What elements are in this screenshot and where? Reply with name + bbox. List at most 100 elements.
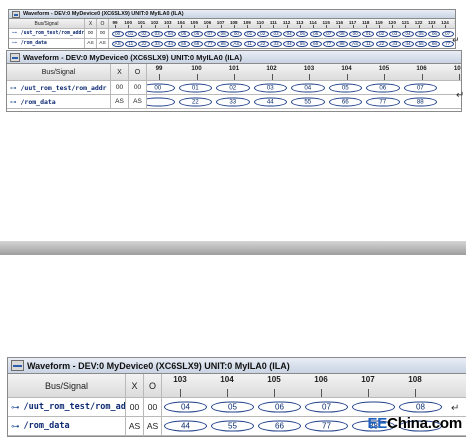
timeline-ruler[interactable]: 9910010110210310410510610710810911011111… bbox=[109, 19, 455, 28]
bus-value-segment[interactable]: 03 bbox=[151, 31, 163, 37]
bus-value-segment[interactable] bbox=[147, 97, 175, 106]
bus-value-segment[interactable]: 33 bbox=[216, 97, 250, 106]
bus-value-segment[interactable]: 05 bbox=[415, 31, 427, 37]
bus-value-segment[interactable]: 11 bbox=[125, 41, 137, 47]
bus-value-segment[interactable]: 55 bbox=[291, 97, 325, 106]
bus-value-segment[interactable]: 77 bbox=[204, 41, 216, 47]
bus-value-segment[interactable]: 44 bbox=[283, 41, 295, 47]
bus-value-segment[interactable]: 01 bbox=[362, 31, 374, 37]
bus-value-segment[interactable]: 04 bbox=[402, 31, 414, 37]
bus-value-segment[interactable]: 55 bbox=[296, 41, 308, 47]
timeline-ruler[interactable]: 103104105106107108 bbox=[162, 374, 466, 397]
bus-value-segment[interactable]: 03 bbox=[389, 31, 401, 37]
expand-icon[interactable]: ⊶ bbox=[11, 421, 20, 432]
bus-value-segment[interactable]: 66 bbox=[310, 41, 322, 47]
bus-value-segment[interactable]: 88 bbox=[404, 97, 438, 106]
bus-value-segment[interactable]: 06 bbox=[258, 402, 301, 413]
bus-value-segment[interactable]: 22 bbox=[257, 41, 269, 47]
bus-value-segment[interactable]: 77 bbox=[305, 421, 348, 432]
bus-value-segment[interactable]: 08 bbox=[336, 31, 348, 37]
bus-value-segment[interactable]: 66 bbox=[428, 41, 440, 47]
bus-value-segment[interactable]: 07 bbox=[204, 31, 216, 37]
bus-signal-header[interactable]: Bus/Signal bbox=[8, 374, 126, 397]
bus-signal-header[interactable]: Bus/Signal bbox=[7, 64, 111, 80]
signal-name-cell[interactable]: ⊶/uut_rom_test/rom_addr bbox=[9, 29, 85, 38]
bus-value-segment[interactable]: 02 bbox=[216, 83, 250, 92]
bus-signal-header[interactable]: Bus/Signal bbox=[9, 19, 85, 28]
expand-icon[interactable]: ⊶ bbox=[12, 31, 17, 36]
bus-value-segment[interactable]: AS bbox=[112, 41, 124, 47]
signal-row[interactable]: ⊶/uut_rom_test/rom_addr00000001020304050… bbox=[7, 81, 461, 95]
bus-value-segment[interactable]: 03 bbox=[270, 31, 282, 37]
bus-value-segment[interactable]: 44 bbox=[254, 97, 288, 106]
bus-value-segment[interactable]: 66 bbox=[329, 97, 363, 106]
signal-name-cell[interactable]: ⊶/rom_data bbox=[7, 95, 111, 108]
bus-value-segment[interactable]: 07 bbox=[404, 83, 438, 92]
bus-value-segment[interactable]: 08 bbox=[217, 31, 229, 37]
bus-value-segment[interactable]: 11 bbox=[244, 41, 256, 47]
expand-icon[interactable]: ⊶ bbox=[12, 41, 17, 46]
bus-value-segment[interactable]: 66 bbox=[191, 41, 203, 47]
bus-value-segment[interactable]: 01 bbox=[125, 31, 137, 37]
bus-value-segment[interactable]: AS bbox=[230, 41, 242, 47]
bus-value-segment[interactable]: 04 bbox=[164, 402, 207, 413]
x-cursor-header[interactable]: X bbox=[111, 64, 129, 80]
bus-value-segment[interactable]: 02 bbox=[257, 31, 269, 37]
signal-row[interactable]: ⊶/rom_dataASAS22334455667788 bbox=[7, 95, 461, 109]
waveform-track[interactable]: 2233 4455 6677 88 bbox=[147, 95, 461, 108]
bus-value-segment[interactable]: 00 bbox=[349, 31, 361, 37]
bus-value-segment[interactable]: 06 bbox=[191, 31, 203, 37]
waveform-track[interactable]: 00 0102 0304 0506 07 bbox=[147, 81, 461, 94]
o-cursor-header[interactable]: O bbox=[129, 64, 147, 80]
bus-value-segment[interactable]: 07 bbox=[305, 402, 348, 413]
bus-value-segment[interactable]: 02 bbox=[376, 31, 388, 37]
bus-value-segment[interactable]: 02 bbox=[138, 31, 150, 37]
signal-row[interactable]: ⊶/rom_data AS ASAS1122334455667788AS112233… bbox=[9, 39, 455, 49]
o-cursor-header[interactable]: O bbox=[144, 374, 162, 397]
bus-value-segment[interactable]: 33 bbox=[270, 41, 282, 47]
bus-value-segment[interactable]: 11 bbox=[362, 41, 374, 47]
bus-value-segment[interactable]: 22 bbox=[138, 41, 150, 47]
expand-icon[interactable]: ⊶ bbox=[11, 402, 20, 413]
bus-value-segment[interactable]: 22 bbox=[179, 97, 213, 106]
x-cursor-header[interactable]: X bbox=[126, 374, 144, 397]
signal-row[interactable]: ⊶/uut_rom_test/rom_addr 00 000001020304050… bbox=[9, 29, 455, 39]
waveform-track[interactable]: AS1122334455667788AS1122334455667788AS11… bbox=[109, 39, 455, 48]
expand-icon[interactable]: ⊶ bbox=[10, 98, 17, 106]
signal-name-cell[interactable]: ⊶/rom_data bbox=[8, 417, 126, 435]
bus-value-segment[interactable]: 04 bbox=[283, 31, 295, 37]
bus-value-segment[interactable]: 05 bbox=[329, 83, 363, 92]
bus-value-segment[interactable]: 00 bbox=[147, 83, 175, 92]
bus-value-segment[interactable]: 04 bbox=[291, 83, 325, 92]
bus-value-segment[interactable]: 33 bbox=[151, 41, 163, 47]
bus-value-segment[interactable]: 44 bbox=[402, 41, 414, 47]
bus-value-segment[interactable]: 88 bbox=[336, 41, 348, 47]
bus-value-segment[interactable]: 05 bbox=[211, 402, 254, 413]
bus-value-segment[interactable]: 05 bbox=[178, 31, 190, 37]
bus-value-segment[interactable]: 01 bbox=[179, 83, 213, 92]
bus-value-segment[interactable]: 06 bbox=[366, 83, 400, 92]
bus-value-segment[interactable] bbox=[352, 402, 395, 413]
bus-value-segment[interactable]: 06 bbox=[428, 31, 440, 37]
bus-value-segment[interactable]: 04 bbox=[164, 31, 176, 37]
bus-value-segment[interactable]: 44 bbox=[164, 41, 176, 47]
signal-name-cell[interactable]: ⊶/rom_data bbox=[9, 39, 85, 48]
waveform-track[interactable]: 0001020304050607080001020304050607080001… bbox=[109, 29, 455, 38]
bus-value-segment[interactable]: 77 bbox=[323, 41, 335, 47]
signal-name-cell[interactable]: ⊶/uut_rom_test/rom_addr bbox=[8, 398, 126, 416]
bus-value-segment[interactable]: 66 bbox=[258, 421, 301, 432]
bus-value-segment[interactable]: 03 bbox=[254, 83, 288, 92]
bus-value-segment[interactable]: 55 bbox=[211, 421, 254, 432]
bus-value-segment[interactable]: 88 bbox=[217, 41, 229, 47]
bus-value-segment[interactable]: 01 bbox=[244, 31, 256, 37]
bus-value-segment[interactable]: 77 bbox=[366, 97, 400, 106]
x-cursor-header[interactable]: X bbox=[85, 19, 97, 28]
bus-value-segment[interactable]: 22 bbox=[376, 41, 388, 47]
bus-value-segment[interactable]: 33 bbox=[389, 41, 401, 47]
bus-value-segment[interactable]: 55 bbox=[415, 41, 427, 47]
bus-value-segment[interactable]: 07 bbox=[323, 31, 335, 37]
bus-value-segment[interactable]: 05 bbox=[296, 31, 308, 37]
expand-icon[interactable]: ⊶ bbox=[10, 84, 17, 92]
bus-value-segment[interactable]: 00 bbox=[112, 31, 124, 37]
timeline-ruler[interactable]: 99100101102103104105106107 bbox=[147, 64, 461, 80]
